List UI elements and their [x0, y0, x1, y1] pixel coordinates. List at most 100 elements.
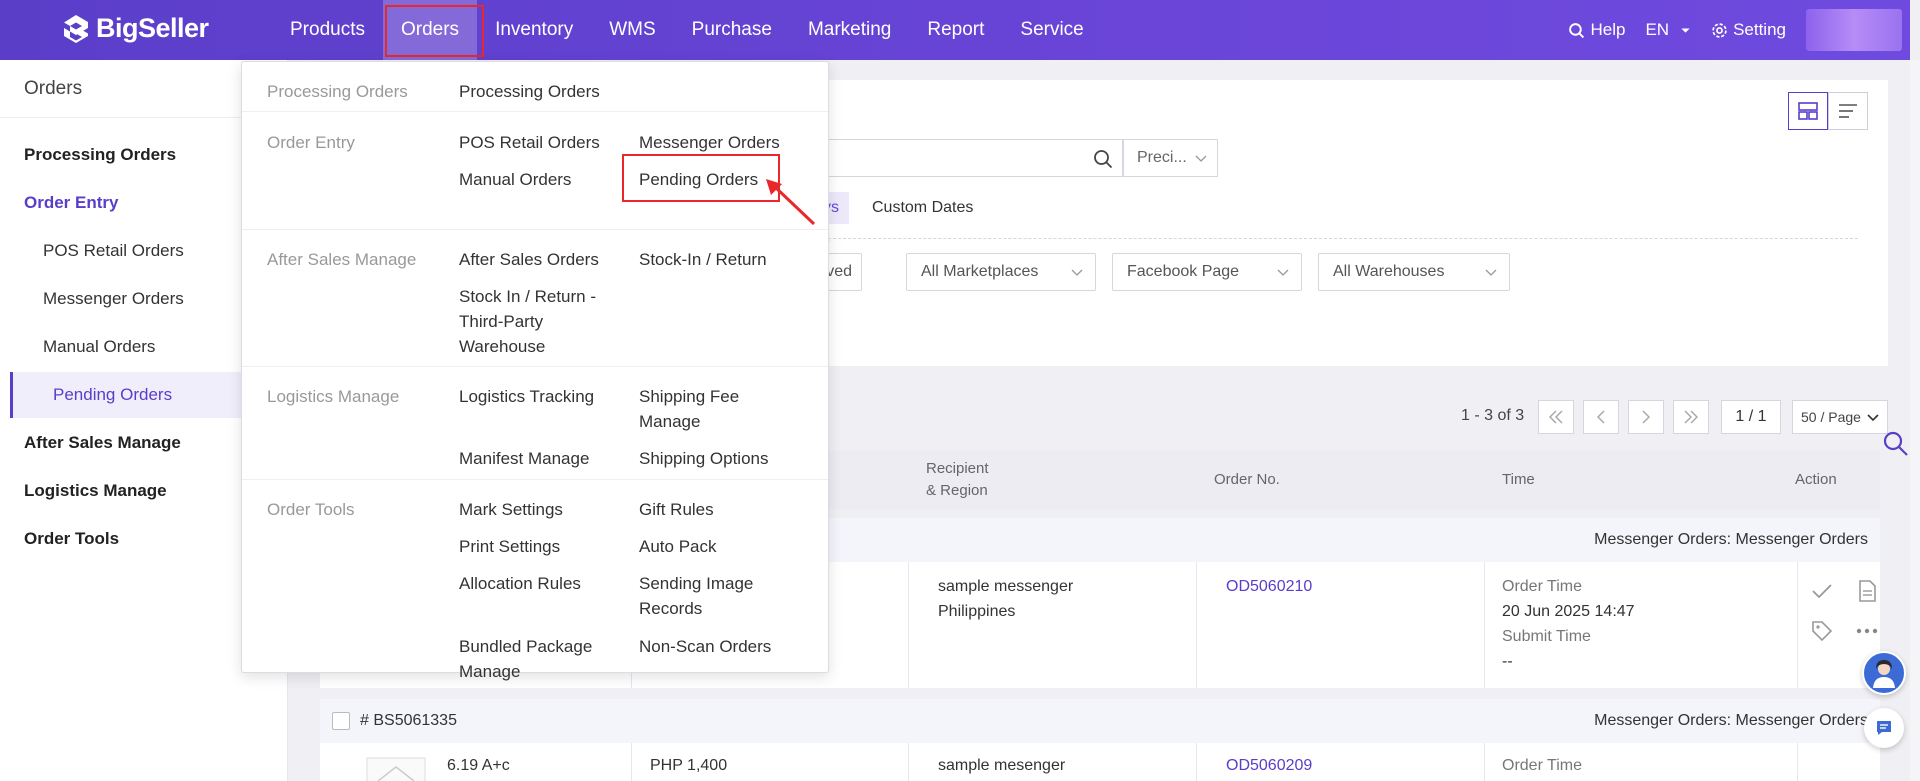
menu-logistics-tracking[interactable]: Logistics Tracking: [459, 384, 594, 409]
order-number-link[interactable]: OD5060209: [1226, 753, 1312, 778]
last-page-button[interactable]: [1673, 400, 1709, 434]
menu-stock-in-return[interactable]: Stock-In / Return: [639, 247, 767, 272]
order-amount: PHP 1,400: [650, 757, 728, 774]
caret-down-icon: [1681, 27, 1690, 33]
dropdown-section-after-sales: After Sales Manage After Sales Orders St…: [242, 230, 828, 367]
account-avatar[interactable]: [1806, 9, 1902, 51]
dropdown-group-label: Order Entry: [267, 133, 355, 152]
dropdown-group-label: Processing Orders: [267, 82, 408, 101]
main-nav: Products Orders Inventory WMS Purchase M…: [272, 0, 1102, 60]
menu-bundled-package-manage[interactable]: Bundled Package Manage: [459, 634, 599, 684]
order-number-link[interactable]: OD5060210: [1226, 574, 1312, 599]
document-icon[interactable]: [1857, 580, 1877, 602]
dropdown-group-label: After Sales Manage: [267, 250, 417, 269]
menu-mark-settings[interactable]: Mark Settings: [459, 497, 563, 522]
language-selector[interactable]: EN: [1645, 20, 1691, 40]
product-image-placeholder: [366, 757, 426, 781]
order-id-label: # BS5061335: [360, 712, 457, 729]
orders-dropdown-menu: Processing Orders Processing Orders Orde…: [241, 61, 829, 681]
product-name: 6.19 A+c: [447, 757, 510, 774]
bigseller-logo-icon: [64, 14, 88, 43]
card-view-button[interactable]: [1788, 92, 1828, 130]
menu-messenger-orders[interactable]: Messenger Orders: [639, 130, 780, 155]
nav-purchase[interactable]: Purchase: [674, 0, 790, 60]
top-navigation-bar: BigSeller Products Orders Inventory WMS …: [0, 0, 1910, 60]
tag-icon[interactable]: [1811, 620, 1833, 642]
nav-report[interactable]: Report: [909, 0, 1002, 60]
header-order-no: Order No.: [1214, 470, 1280, 488]
first-page-button[interactable]: [1538, 400, 1574, 434]
setting-label: Setting: [1733, 20, 1786, 39]
menu-after-sales-orders[interactable]: After Sales Orders: [459, 247, 599, 272]
setting-button[interactable]: Setting: [1711, 20, 1786, 40]
nav-service[interactable]: Service: [1002, 0, 1101, 60]
next-page-button[interactable]: [1628, 400, 1664, 434]
chevron-left-icon: [1596, 410, 1605, 424]
approve-check-icon[interactable]: [1811, 582, 1833, 600]
custom-dates-button[interactable]: Custom Dates: [862, 192, 983, 224]
dropdown-section-logistics: Logistics Manage Logistics Tracking Ship…: [242, 367, 828, 480]
marketplace-label: All Marketplaces: [921, 263, 1039, 280]
search-mode-select[interactable]: Preci...: [1122, 139, 1218, 177]
list-view-icon: [1839, 104, 1857, 118]
menu-print-settings[interactable]: Print Settings: [459, 534, 560, 559]
page-indicator[interactable]: 1 / 1: [1721, 400, 1781, 434]
nav-orders[interactable]: Orders: [382, 0, 478, 60]
header-recipient: Recipient & Region: [926, 459, 989, 500]
menu-gift-rules[interactable]: Gift Rules: [639, 497, 714, 522]
nav-inventory[interactable]: Inventory: [477, 0, 591, 60]
dropdown-section-order-tools: Order Tools Mark Settings Gift Rules Pri…: [242, 480, 828, 681]
chevron-down-icon: [1277, 269, 1289, 276]
nav-products[interactable]: Products: [272, 0, 383, 60]
nav-wms[interactable]: WMS: [591, 0, 673, 60]
page-size-select[interactable]: 50 / Page: [1792, 400, 1888, 434]
dropdown-group-label: Logistics Manage: [267, 387, 400, 406]
menu-processing-orders[interactable]: Processing Orders: [459, 79, 600, 104]
support-agent-avatar[interactable]: [1862, 651, 1906, 695]
page-scrollbar[interactable]: [1910, 60, 1920, 781]
chevron-down-icon: [1867, 414, 1879, 422]
marketplace-select[interactable]: All Marketplaces: [906, 253, 1096, 291]
chevron-down-icon: [1071, 269, 1083, 276]
facebook-page-select[interactable]: Facebook Page: [1112, 253, 1302, 291]
previous-page-button[interactable]: [1583, 400, 1619, 434]
menu-pending-orders[interactable]: Pending Orders: [639, 167, 758, 192]
recipient-region: Philippines: [938, 603, 1016, 620]
bigseller-logo[interactable]: BigSeller: [62, 13, 209, 44]
order-source: Messenger Orders: Messenger Orders: [1594, 712, 1868, 729]
view-toggle: [1788, 92, 1868, 130]
menu-pos-retail-orders[interactable]: POS Retail Orders: [459, 130, 600, 155]
order-search-input[interactable]: [798, 139, 1124, 177]
card-view-icon: [1798, 102, 1818, 120]
menu-non-scan-orders[interactable]: Non-Scan Orders: [639, 634, 771, 659]
menu-stock-in-return-third-party[interactable]: Stock In / Return - Third-Party Warehous…: [459, 284, 609, 359]
warehouse-label: All Warehouses: [1333, 263, 1445, 280]
menu-allocation-rules[interactable]: Allocation Rules: [459, 571, 581, 596]
menu-shipping-fee-manage[interactable]: Shipping Fee Manage: [639, 384, 759, 434]
menu-manual-orders[interactable]: Manual Orders: [459, 167, 571, 192]
page-size-label: 50 / Page: [1801, 409, 1861, 425]
search-icon[interactable]: [1093, 149, 1113, 169]
double-chevron-left-icon: [1548, 410, 1563, 424]
chevron-down-icon: [1485, 269, 1497, 276]
menu-shipping-options[interactable]: Shipping Options: [639, 446, 768, 471]
chat-support-button[interactable]: [1864, 708, 1904, 748]
order-band: # BS5061335 Messenger Orders: Messenger …: [320, 699, 1880, 743]
order-select-checkbox[interactable]: [332, 712, 350, 730]
table-row: 6.19 A+c PHP 1,400 sample mesenger OD506…: [320, 743, 1880, 781]
dropdown-group-label: Order Tools: [267, 500, 355, 519]
help-button[interactable]: Help: [1568, 20, 1625, 40]
recipient-name: sample mesenger: [938, 757, 1066, 774]
header-action: Action: [1795, 470, 1837, 488]
dropdown-section-processing: Processing Orders Processing Orders: [242, 62, 828, 112]
order-time-label: Order Time: [1502, 578, 1583, 595]
double-chevron-right-icon: [1684, 410, 1699, 424]
list-view-button[interactable]: [1828, 92, 1868, 130]
floating-search-icon[interactable]: [1882, 430, 1910, 458]
warehouse-select[interactable]: All Warehouses: [1318, 253, 1510, 291]
menu-manifest-manage[interactable]: Manifest Manage: [459, 446, 589, 471]
menu-sending-image-records[interactable]: Sending Image Records: [639, 571, 769, 621]
nav-marketing[interactable]: Marketing: [790, 0, 909, 60]
more-options-icon[interactable]: [1856, 628, 1878, 634]
menu-auto-pack[interactable]: Auto Pack: [639, 534, 717, 559]
